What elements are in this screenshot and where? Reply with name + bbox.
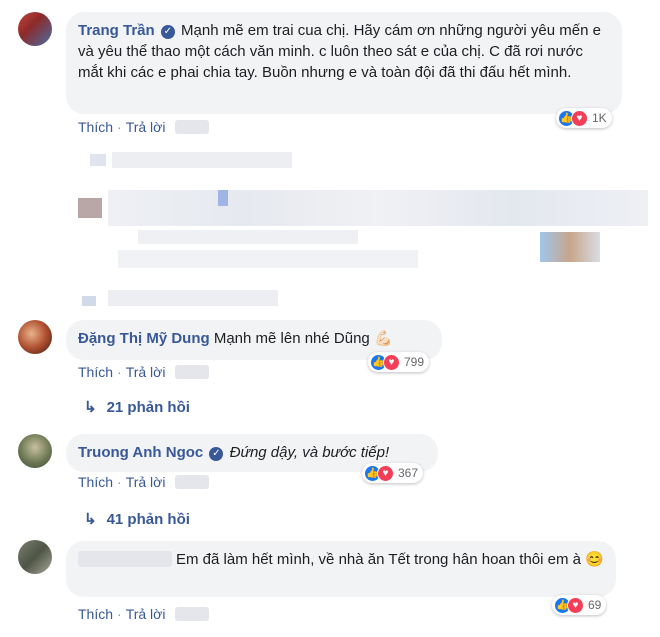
love-reaction-icon: ♥ (567, 596, 584, 614)
like-link[interactable]: Thích (78, 474, 113, 490)
reaction-summary[interactable]: 👍 ♥ 69 (552, 595, 607, 615)
smiling-emoji: 😊 (585, 551, 604, 568)
reaction-count: 69 (588, 598, 602, 612)
verified-badge-icon: ✓ (160, 25, 175, 39)
reply-link[interactable]: Trả lời (126, 606, 166, 622)
reply-link[interactable]: Trả lời (126, 364, 166, 380)
view-replies-link[interactable]: ↳ 41 phản hồi (84, 510, 190, 528)
comment-bubble: Em đã làm hết mình, về nhà ăn Tết trong … (66, 541, 616, 597)
author-blurred[interactable] (78, 551, 172, 567)
comment-author[interactable]: Truong Anh Ngoc (78, 444, 203, 461)
comment-text: Mạnh mẽ em trai cua chị. Hãy cám ơn nhữn… (78, 22, 601, 81)
timestamp-blurred (175, 120, 210, 134)
avatar-blurred[interactable] (18, 540, 52, 574)
avatar[interactable] (18, 12, 52, 46)
reaction-count: 367 (398, 466, 419, 480)
comment-actions: Thích · Trả lời (78, 119, 210, 135)
love-reaction-icon: ♥ (571, 109, 588, 127)
comment-actions: Thích · Trả lời (78, 474, 210, 490)
reaction-count: 799 (404, 355, 425, 369)
comment-author[interactable]: Đặng Thị Mỹ Dung (78, 330, 210, 347)
comment-actions: Thích · Trả lời (78, 606, 210, 622)
love-reaction-icon: ♥ (383, 353, 400, 371)
view-replies-link[interactable]: ↳ 21 phản hồi (84, 398, 190, 416)
reply-arrow-icon: ↳ (84, 399, 97, 416)
like-link[interactable]: Thích (78, 119, 113, 135)
verified-badge-icon: ✓ (209, 447, 224, 461)
replies-count: 41 phản hồi (106, 511, 190, 528)
comment-text: Em đã làm hết mình, về nhà ăn Tết trong … (176, 551, 581, 568)
timestamp-blurred (175, 365, 210, 379)
comment-author[interactable]: Trang Trần (78, 22, 155, 39)
timestamp-blurred (175, 475, 210, 489)
avatar[interactable] (18, 434, 52, 468)
reply-link[interactable]: Trả lời (126, 119, 166, 135)
reaction-summary[interactable]: 👍 ♥ 367 (362, 463, 424, 483)
reaction-summary[interactable]: 👍 ♥ 799 (368, 352, 430, 372)
reply-link[interactable]: Trả lời (126, 474, 166, 490)
comment-bubble: Trang Trần ✓ Mạnh mẽ em trai cua chị. Hã… (66, 12, 622, 114)
like-link[interactable]: Thích (78, 364, 113, 380)
comment-text: Mạnh mẽ lên nhé Dũng (213, 330, 370, 347)
love-reaction-icon: ♥ (377, 464, 394, 482)
reaction-count: 1K (592, 111, 607, 125)
like-link[interactable]: Thích (78, 606, 113, 622)
replies-count: 21 phản hồi (106, 399, 190, 416)
avatar[interactable] (18, 320, 52, 354)
comment-text: Đứng dậy, và bước tiếp! (229, 444, 390, 461)
timestamp-blurred (175, 607, 210, 621)
flexed-biceps-emoji: 💪🏻 (373, 330, 393, 347)
censored-comment (78, 150, 648, 310)
reply-arrow-icon: ↳ (84, 511, 97, 528)
reaction-summary[interactable]: 👍 ♥ 1K (556, 108, 612, 128)
comment-actions: Thích · Trả lời (78, 364, 210, 380)
